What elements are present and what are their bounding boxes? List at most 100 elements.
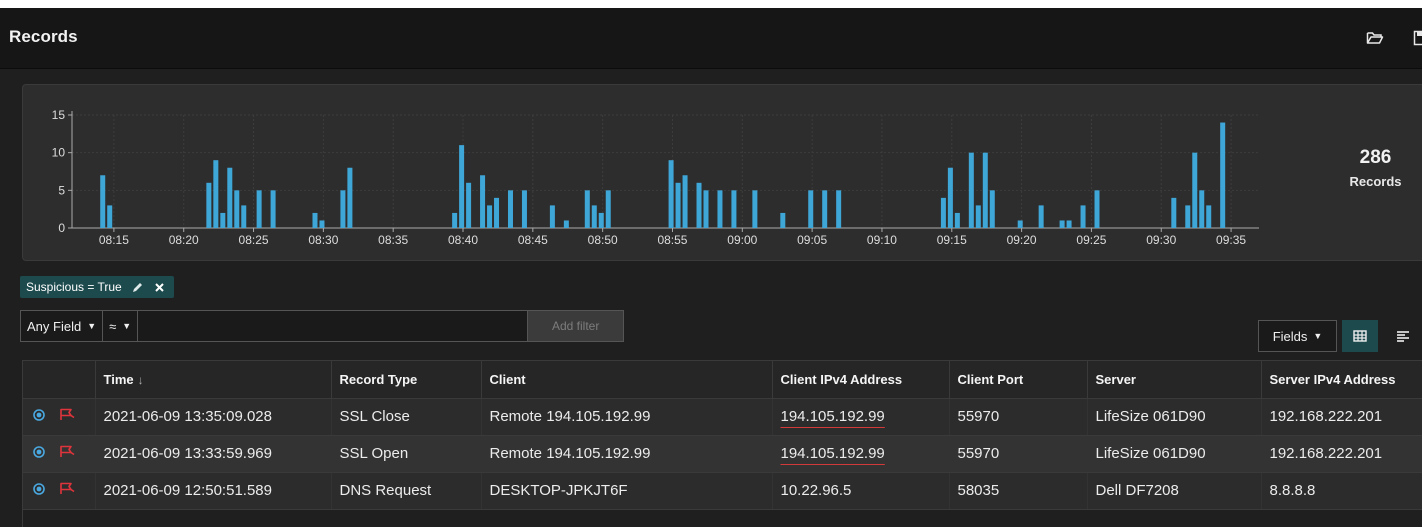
list-icon[interactable] (1384, 320, 1422, 352)
histogram-bar (1038, 205, 1044, 228)
fields-button[interactable]: Fields ▼ (1258, 320, 1337, 352)
x-tick-label: 08:35 (378, 233, 408, 247)
histogram-bar (466, 182, 472, 228)
x-tick-label: 08:20 (169, 233, 199, 247)
suspicious-flag-icon[interactable] (59, 408, 75, 425)
operator-select[interactable]: ≈ ▼ (103, 310, 139, 342)
chevron-down-icon: ▼ (87, 321, 97, 331)
col-header-server[interactable]: Server (1087, 361, 1262, 399)
y-tick-label: 15 (52, 108, 66, 122)
x-tick-label: 08:40 (448, 233, 478, 247)
histogram-bar (1094, 190, 1100, 228)
cell-client-ip[interactable]: 10.22.96.5 (772, 472, 950, 510)
histogram-bar (319, 220, 325, 228)
histogram-bar (1066, 220, 1072, 228)
histogram-bar (1199, 190, 1205, 228)
folder-open-icon[interactable] (1365, 28, 1385, 48)
x-tick-label: 08:45 (518, 233, 548, 247)
histogram-bar (1185, 205, 1191, 228)
record-details-icon[interactable] (33, 445, 45, 462)
fields-button-label: Fields (1272, 328, 1308, 344)
cell-server: Dell DF7208 (1087, 472, 1262, 510)
records-app: Records 0 5 10 15 08:15 08:20 08:25 08:30 08:35 0… (0, 8, 1422, 527)
operator-select-value: ≈ (109, 318, 117, 334)
histogram-bar (347, 167, 353, 228)
x-tick-label: 08:30 (308, 233, 338, 247)
histogram-bar (521, 190, 527, 228)
x-tick-label: 08:50 (588, 233, 618, 247)
histogram-bar (107, 205, 113, 228)
client-ip-link[interactable]: 10.22.96.5 (781, 482, 852, 499)
col-header-client[interactable]: Client (481, 361, 773, 399)
col-header-client-ip[interactable]: Client IPv4 Address (772, 361, 950, 399)
cell-client-port: 55970 (949, 435, 1088, 473)
client-ip-link[interactable]: 194.105.192.99 (781, 445, 885, 462)
record-details-icon[interactable] (33, 408, 45, 425)
cell-record-type: SSL Open (331, 435, 482, 473)
records-histogram: 0 5 10 15 08:15 08:20 08:25 08:30 08:35 08:40 08:4… (52, 108, 1259, 247)
cell-time: 2021-06-09 12:50:51.589 (95, 472, 332, 510)
filter-bar: Any Field ▼ ≈ ▼ Add filter (20, 310, 625, 342)
x-tick-label: 08:25 (239, 233, 269, 247)
table-row[interactable]: 2021-06-09 13:35:09.028 SSL Close Remote… (23, 398, 1422, 436)
cell-record-type: DNS Request (331, 472, 482, 510)
pencil-icon[interactable] (132, 281, 144, 293)
histogram-bar (1192, 152, 1198, 228)
cell-client-ip[interactable]: 194.105.192.99 (772, 398, 950, 436)
histogram-bar (1206, 205, 1212, 228)
histogram-bar (675, 182, 681, 228)
x-tick-label: 09:05 (797, 233, 827, 247)
histogram-bar (100, 175, 106, 228)
histogram-bar (206, 182, 212, 228)
cell-client-ip[interactable]: 194.105.192.99 (772, 435, 950, 473)
histogram-bar (1059, 220, 1065, 228)
client-ip-link[interactable]: 194.105.192.99 (781, 408, 885, 425)
col-header-server-ip[interactable]: Server IPv4 Address (1261, 361, 1422, 399)
col-header-client-port[interactable]: Client Port (949, 361, 1088, 399)
histogram-bar (1171, 197, 1177, 228)
histogram-bar (220, 212, 226, 228)
histogram-bar (752, 190, 758, 228)
suspicious-flag-icon[interactable] (59, 445, 75, 462)
y-tick-label: 5 (58, 183, 65, 197)
table-row[interactable]: 2021-06-09 13:33:59.969 SSL Open Remote … (23, 435, 1422, 473)
histogram-bar (256, 190, 262, 228)
histogram-bar (808, 190, 814, 228)
histogram-bar (822, 190, 828, 228)
filter-value-input[interactable] (138, 310, 529, 342)
table-row[interactable]: 2021-06-09 12:50:51.589 DNS Request DESK… (23, 472, 1422, 510)
col-header-time-label: Time (103, 371, 134, 387)
records-count-value: 286 (1359, 147, 1392, 168)
histogram-bar (227, 167, 233, 228)
records-table: Time ↓ Record Type Client Client IPv4 Add… (22, 360, 1422, 527)
histogram-bar (591, 205, 597, 228)
table-grid-icon[interactable] (1342, 320, 1378, 352)
histogram-bar (968, 152, 974, 228)
filter-tag-suspicious[interactable]: Suspicious = True (20, 276, 174, 298)
histogram-bar (507, 190, 513, 228)
histogram-bar (234, 190, 240, 228)
col-header-record-type[interactable]: Record Type (331, 361, 482, 399)
chevron-down-icon: ▼ (1313, 331, 1323, 341)
cell-time: 2021-06-09 13:33:59.969 (95, 435, 332, 473)
histogram-bar (836, 190, 842, 228)
histogram-bar (696, 182, 702, 228)
x-tick-label: 09:10 (867, 233, 897, 247)
field-select[interactable]: Any Field ▼ (20, 310, 104, 342)
row-actions (23, 435, 96, 473)
close-icon[interactable] (154, 281, 166, 293)
histogram-bar (487, 205, 493, 228)
cell-record-type: SSL Close (331, 398, 482, 436)
cell-client-port: 55970 (949, 398, 1088, 436)
row-actions (23, 398, 96, 436)
save-icon[interactable] (1411, 28, 1422, 48)
cell-server: LifeSize 061D90 (1087, 398, 1262, 436)
col-header-time[interactable]: Time ↓ (95, 361, 332, 399)
record-details-icon[interactable] (33, 482, 45, 499)
suspicious-flag-icon[interactable] (59, 482, 75, 499)
histogram-bar (241, 205, 247, 228)
row-actions (23, 472, 96, 510)
histogram-bar (1080, 205, 1086, 228)
add-filter-button[interactable]: Add filter (528, 310, 625, 342)
histogram-bar (584, 190, 590, 228)
